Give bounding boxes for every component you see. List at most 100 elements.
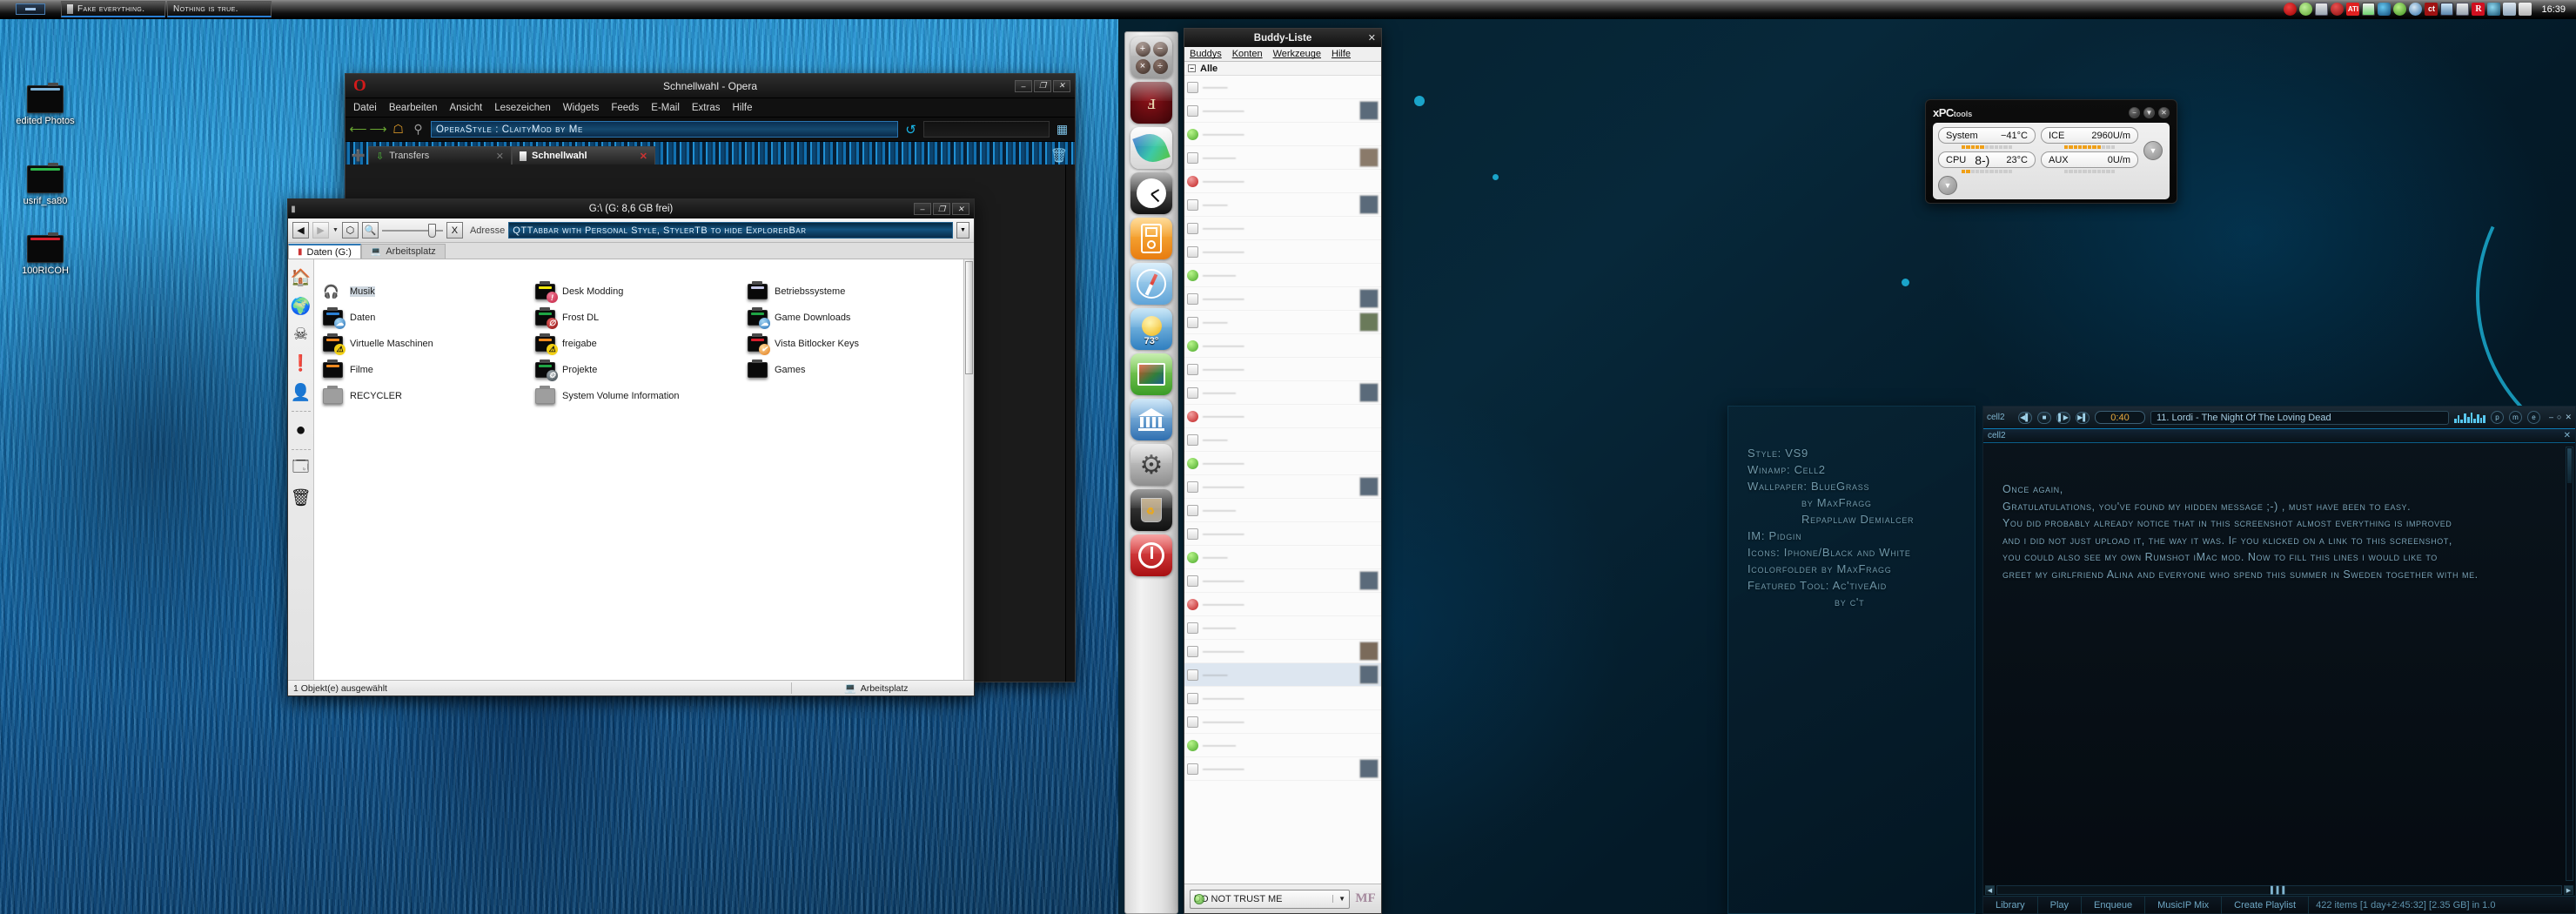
tray-check-green-icon[interactable] [2393, 3, 2407, 16]
file-item[interactable]: ⚠ Virtuelle Maschinen [323, 331, 532, 357]
winamp-musicip-mix-button[interactable]: MusicIP Mix [2145, 896, 2223, 914]
buddy-row[interactable]: ———— [1184, 381, 1381, 405]
opera-menubar[interactable]: Datei Bearbeiten Ansicht Lesezeichen Wid… [345, 98, 1075, 118]
winamp-bottom-bar[interactable]: Library Play Enqueue MusicIP Mix Create … [1983, 896, 2575, 914]
pctools-aux-cell[interactable]: AUX 0U/m [2041, 151, 2138, 173]
tray-daemon-tools-icon[interactable] [2409, 3, 2423, 16]
buddy-row[interactable]: ————— [1184, 170, 1381, 193]
clock-icon[interactable] [1130, 172, 1172, 214]
winamp-visualizer[interactable] [2454, 412, 2486, 423]
tray-display-icon[interactable] [2440, 3, 2454, 16]
stop-icon[interactable]: ■ [2037, 411, 2051, 424]
reload-icon[interactable]: ↺ [903, 122, 918, 138]
opera-search-input[interactable] [923, 121, 1050, 138]
file-item[interactable]: ∅ Frost DL [535, 305, 744, 331]
weather-icon[interactable]: 73° [1130, 308, 1172, 350]
power-icon[interactable] [1130, 534, 1172, 576]
buddy-row[interactable]: ————— [1184, 217, 1381, 240]
buddy-row[interactable]: ————— [1184, 287, 1381, 311]
buddy-row[interactable]: ——— [1184, 193, 1381, 217]
buddy-row[interactable]: ————— [1184, 452, 1381, 475]
buddy-row[interactable]: ——— [1184, 663, 1381, 687]
buddy-row[interactable]: ———— [1184, 146, 1381, 170]
pctools-system-cell[interactable]: System −41°C [1938, 127, 2036, 149]
panel-icon[interactable]: ▦ [1055, 122, 1070, 137]
gears-settings-icon[interactable]: ⚙ [1130, 444, 1172, 486]
buddy-row[interactable]: ————— [1184, 405, 1381, 428]
opera-tab-schnellwahl[interactable]: Schnellwahl ✕ [512, 146, 655, 165]
bank-museum-icon[interactable] [1130, 399, 1172, 440]
window-icon[interactable]: 🗔 [291, 458, 311, 479]
winamp-playlist-titlebar[interactable]: cell2 ✕ [1983, 429, 2575, 443]
opera-vertical-scrollbar[interactable] [1065, 165, 1075, 682]
tray-opera-icon[interactable] [2284, 3, 2298, 16]
winamp-playlist-area[interactable]: Once again, Gratulatulations, you've fou… [1983, 443, 2575, 884]
explorer-main[interactable]: 🏠 🌍 ☠ ❗ 👤 ● 🗔 🗑 🎧 Musik ! Desk Modding B… [288, 259, 974, 680]
forward-arrow-icon[interactable]: ⟶ [369, 122, 386, 137]
file-item[interactable]: Games [748, 357, 956, 383]
tray-avira-icon[interactable]: R [2472, 3, 2485, 16]
forward-icon[interactable]: ▶ [312, 222, 329, 239]
winamp-equalizer-toggle[interactable]: e [2527, 411, 2540, 424]
buddy-row[interactable]: ————— [1184, 522, 1381, 546]
chevron-down-icon[interactable]: ▼ [1332, 895, 1345, 903]
pidgin-buddy-list-window[interactable]: Buddy-Liste ✕ Buddys Konten Werkzeuge Hi… [1184, 28, 1382, 914]
winamp-window-buttons[interactable]: – ○ ✕ [2546, 413, 2572, 422]
status-selector[interactable]: DO NOT TRUST ME ▼ [1190, 889, 1350, 909]
opera-address-bar[interactable]: OperaStyle : ClaityMod by Me [431, 121, 898, 138]
desktop-icon-100ricoh[interactable]: 100RICOH [5, 232, 85, 276]
file-item[interactable]: 🎧 Musik [323, 279, 532, 305]
close-button[interactable]: ✕ [1053, 79, 1070, 92]
file-item[interactable]: System Volume Information [535, 383, 744, 409]
file-item[interactable]: ⚠ freigabe [535, 331, 744, 357]
buddy-row[interactable]: ————— [1184, 358, 1381, 381]
system-tray[interactable]: ATI ct R 16:39 [2284, 3, 2576, 16]
buddy-row[interactable]: ————— [1184, 757, 1381, 781]
file-item[interactable]: ⚙ Projekte [535, 357, 744, 383]
buddy-row[interactable]: ————— [1184, 99, 1381, 123]
file-item[interactable]: Betriebssysteme [748, 279, 956, 305]
unreal-tournament-icon[interactable]: ⅎ [1130, 82, 1172, 124]
scroll-right-icon[interactable]: ▶ [2564, 885, 2573, 895]
menu-feeds[interactable]: Feeds [611, 103, 639, 113]
menu-werkzeuge[interactable]: Werkzeuge [1273, 49, 1321, 59]
explorer-vertical-scrollbar[interactable] [963, 259, 974, 680]
winamp-media-toggle[interactable]: m [2509, 411, 2522, 424]
shade-button[interactable]: ○ [2557, 413, 2561, 422]
maximize-button[interactable]: ❐ [1034, 79, 1051, 92]
buddy-row[interactable]: ————— [1184, 640, 1381, 663]
address-dropdown-icon[interactable]: ▼ [956, 222, 969, 239]
winamp-main-bar[interactable]: cell2 ◀▌ ■ ▌▶ ▶▌ 0:40 11. Lordi - The Ni… [1983, 407, 2575, 429]
compass-safari-icon[interactable] [1130, 263, 1172, 305]
home-icon[interactable]: ☖ [391, 122, 406, 137]
buddy-row[interactable]: ——— [1184, 428, 1381, 452]
pidgin-titlebar[interactable]: Buddy-Liste ✕ [1184, 29, 1381, 47]
opera-titlebar[interactable]: O Schnellwahl - Opera – ❐ ✕ [345, 74, 1075, 98]
icon-dock[interactable]: + − × ÷ ⅎ 73° ⚙ ♻ [1124, 31, 1178, 914]
menu-email[interactable]: E-Mail [651, 103, 680, 113]
up-icon[interactable]: ⬡ [341, 222, 359, 239]
maximize-button[interactable]: ❐ [933, 203, 950, 215]
menu-hilfe[interactable]: Hilfe [1332, 49, 1351, 59]
buddy-row[interactable]: ——— [1184, 311, 1381, 334]
slider-knob[interactable] [427, 223, 436, 238]
trash-tab-icon[interactable]: 🗑 [1050, 147, 1075, 165]
opera-tabbar[interactable]: ➕ ⇩ Transfers ✕ Schnellwahl ✕ 🗑 [345, 142, 1075, 165]
tray-volume-icon[interactable] [2503, 3, 2517, 16]
menu-buddys[interactable]: Buddys [1190, 49, 1222, 59]
start-button[interactable] [0, 0, 61, 19]
buddy-row[interactable]: ————— [1184, 475, 1381, 499]
pctools-gadget[interactable]: xPCtools − ▼ ✕ System −41°C ICE 2960U/m [1925, 99, 2177, 204]
calculator-icon[interactable]: + − × ÷ [1130, 37, 1172, 78]
winamp-create-playlist-button[interactable]: Create Playlist [2222, 896, 2310, 914]
menu-hilfe[interactable]: Hilfe [732, 103, 752, 113]
buddy-row[interactable]: ——— [1184, 76, 1381, 99]
close-icon[interactable]: ✕ [640, 151, 647, 162]
menu-datei[interactable]: Datei [353, 103, 377, 113]
explorer-toolbar[interactable]: ◀ ▶ ▼ ⬡ 🔍 X Adresse QTTabbar with Person… [288, 218, 974, 243]
winamp-playlist-toggle[interactable]: p [2491, 411, 2504, 424]
tray-ati-catalyst-icon[interactable]: ATI [2346, 3, 2360, 16]
buddy-row[interactable]: ————— [1184, 710, 1381, 734]
tray-msn-icon[interactable] [2299, 3, 2313, 16]
globe-icon[interactable]: 🌍 [291, 296, 312, 316]
